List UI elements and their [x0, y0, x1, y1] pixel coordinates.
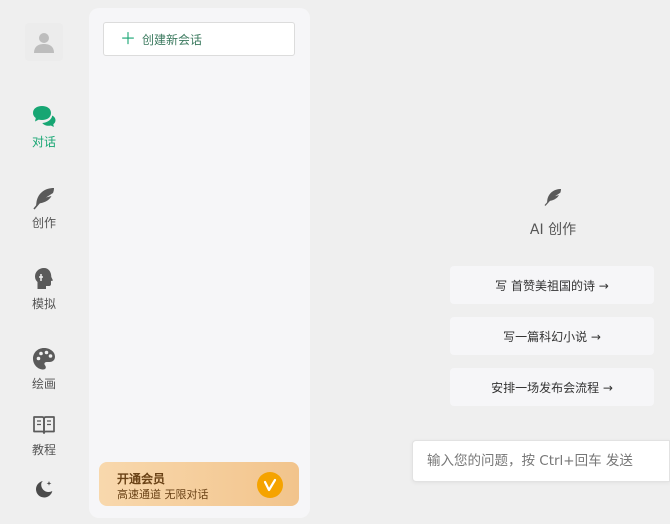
user-icon: [34, 33, 54, 53]
prompt-suggestion[interactable]: 安排一场发布会流程 →: [450, 368, 654, 406]
nav-rail: 对话 创作 模拟 绘画 教程: [0, 0, 88, 524]
nav-item-label: 对话: [31, 135, 56, 149]
nav-item-create[interactable]: 创作: [14, 185, 74, 231]
nav-item-paint[interactable]: 绘画: [14, 346, 74, 392]
feather-icon: [33, 188, 54, 210]
plus-icon: ＋: [120, 29, 137, 48]
membership-banner[interactable]: 开通会员 高速通道 无限对话: [99, 462, 299, 506]
nav-item-label: 教程: [31, 443, 56, 457]
message-input-container: [412, 440, 670, 482]
membership-subtitle: 高速通道 无限对话: [117, 488, 209, 501]
chat-bubbles-icon: [33, 106, 56, 127]
open-book-icon: [33, 416, 55, 434]
new-chat-label: 创建新会话: [142, 32, 203, 47]
message-input[interactable]: [413, 441, 669, 481]
nav-item-chat[interactable]: 对话: [14, 104, 74, 150]
avatar[interactable]: [25, 23, 63, 61]
nav-item-label: 绘画: [31, 377, 56, 391]
head-profile-icon: [35, 268, 53, 289]
prompt-suggestion[interactable]: 写 首赞美祖国的诗 →: [450, 266, 654, 304]
conversation-panel: ＋ 创建新会话 开通会员 高速通道 无限对话: [89, 8, 310, 518]
nav-item-tutorial[interactable]: 教程: [14, 412, 74, 458]
vip-badge-icon: [257, 472, 283, 498]
nav-item-label: 模拟: [31, 297, 56, 311]
feather-icon: [544, 189, 561, 206]
palette-icon: [33, 348, 55, 370]
membership-title: 开通会员: [117, 472, 166, 486]
new-chat-button[interactable]: ＋ 创建新会话: [103, 22, 295, 56]
nav-item-simulate[interactable]: 模拟: [14, 266, 74, 312]
page-title: AI 创作: [529, 222, 577, 238]
moon-icon[interactable]: [33, 478, 55, 500]
prompt-suggestion[interactable]: 写一篇科幻小说 →: [450, 317, 654, 355]
nav-item-label: 创作: [31, 216, 56, 230]
